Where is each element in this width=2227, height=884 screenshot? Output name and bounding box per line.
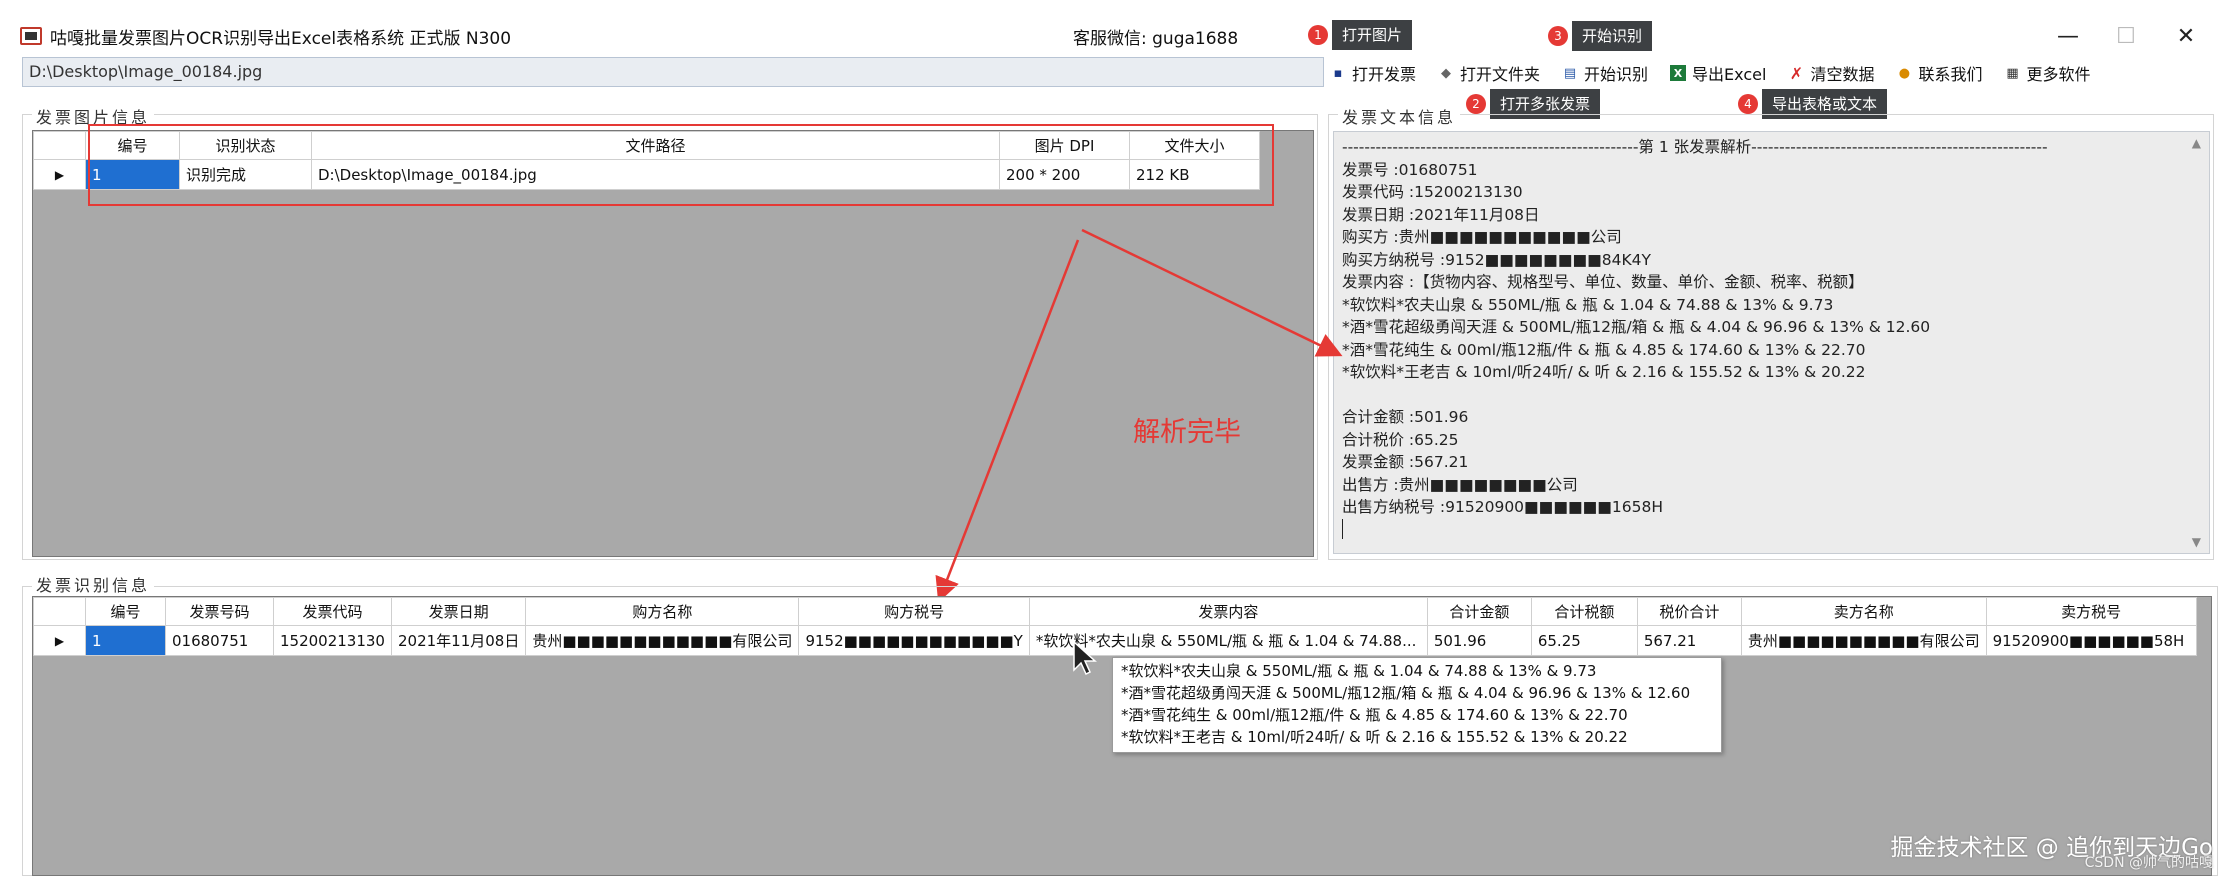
column-header[interactable]: 发票代码 xyxy=(273,597,392,626)
cell-buyer-tax[interactable]: 9152■■■■■■■■■■■■Y xyxy=(798,625,1030,656)
cell-tax[interactable]: 65.25 xyxy=(1530,625,1638,656)
cell-code[interactable]: 15200213130 xyxy=(273,625,392,656)
table-row[interactable]: ▶ 1 01680751 15200213130 2021年11月08日 贵州■… xyxy=(33,625,2197,656)
cell-total[interactable]: 501.96 xyxy=(1426,625,1532,656)
cell-buyer[interactable]: 贵州■■■■■■■■■■■■有限公司 xyxy=(525,625,800,656)
column-header[interactable]: 合计税额 xyxy=(1530,597,1638,626)
watermark-csdn: CSDN @帅气的咕嘎 xyxy=(2084,855,2213,871)
cell-grand[interactable]: 567.21 xyxy=(1636,625,1742,656)
result-info-title: 发票识别信息 xyxy=(32,572,155,596)
result-table: 编号 发票号码 发票代码 发票日期 购方名称 购方税号 发票内容 合计金额 合计… xyxy=(33,597,2197,656)
row-pointer-icon[interactable]: ▶ xyxy=(33,625,86,656)
arrow-to-results xyxy=(935,239,1080,603)
column-header[interactable]: 购方税号 xyxy=(798,597,1030,626)
row-header-corner xyxy=(33,597,86,626)
column-header[interactable]: 税价合计 xyxy=(1636,597,1742,626)
popup-line: *酒*雪花纯生 & 00ml/瓶12瓶/件 & 瓶 & 4.85 & 174.6… xyxy=(1121,706,1628,724)
content-tooltip-popup: *软饮料*农夫山泉 & 550ML/瓶 & 瓶 & 1.04 & 74.88 &… xyxy=(1112,657,1722,753)
column-header[interactable]: 卖方名称 xyxy=(1740,597,1987,626)
cell-id[interactable]: 1 xyxy=(85,625,166,656)
arrow-to-text xyxy=(1081,228,1343,357)
column-header[interactable]: 发票日期 xyxy=(390,597,527,626)
column-header[interactable]: 合计金额 xyxy=(1426,597,1532,626)
popup-line: *软饮料*王老吉 & 10ml/听24听/ & 听 & 2.16 & 155.5… xyxy=(1121,728,1628,746)
column-header[interactable]: 购方名称 xyxy=(525,597,800,626)
column-header[interactable]: 发票内容 xyxy=(1028,597,1428,626)
cell-number[interactable]: 01680751 xyxy=(165,625,274,656)
mouse-cursor-icon xyxy=(1073,640,1097,676)
column-header[interactable]: 卖方税号 xyxy=(1985,597,2197,626)
cell-seller[interactable]: 贵州■■■■■■■■■■有限公司 xyxy=(1740,625,1987,656)
column-header[interactable]: 发票号码 xyxy=(165,597,274,626)
popup-line: *酒*雪花超级勇闯天涯 & 500ML/瓶12瓶/箱 & 瓶 & 4.04 & … xyxy=(1121,684,1691,702)
cell-date[interactable]: 2021年11月08日 xyxy=(390,625,527,656)
column-header[interactable]: 编号 xyxy=(85,597,166,626)
result-table-header: 编号 发票号码 发票代码 发票日期 购方名称 购方税号 发票内容 合计金额 合计… xyxy=(33,597,2197,626)
cell-seller-tax[interactable]: 91520900■■■■■■58H xyxy=(1985,625,2197,656)
popup-line: *软饮料*农夫山泉 & 550ML/瓶 & 瓶 & 1.04 & 74.88 &… xyxy=(1121,662,1597,680)
